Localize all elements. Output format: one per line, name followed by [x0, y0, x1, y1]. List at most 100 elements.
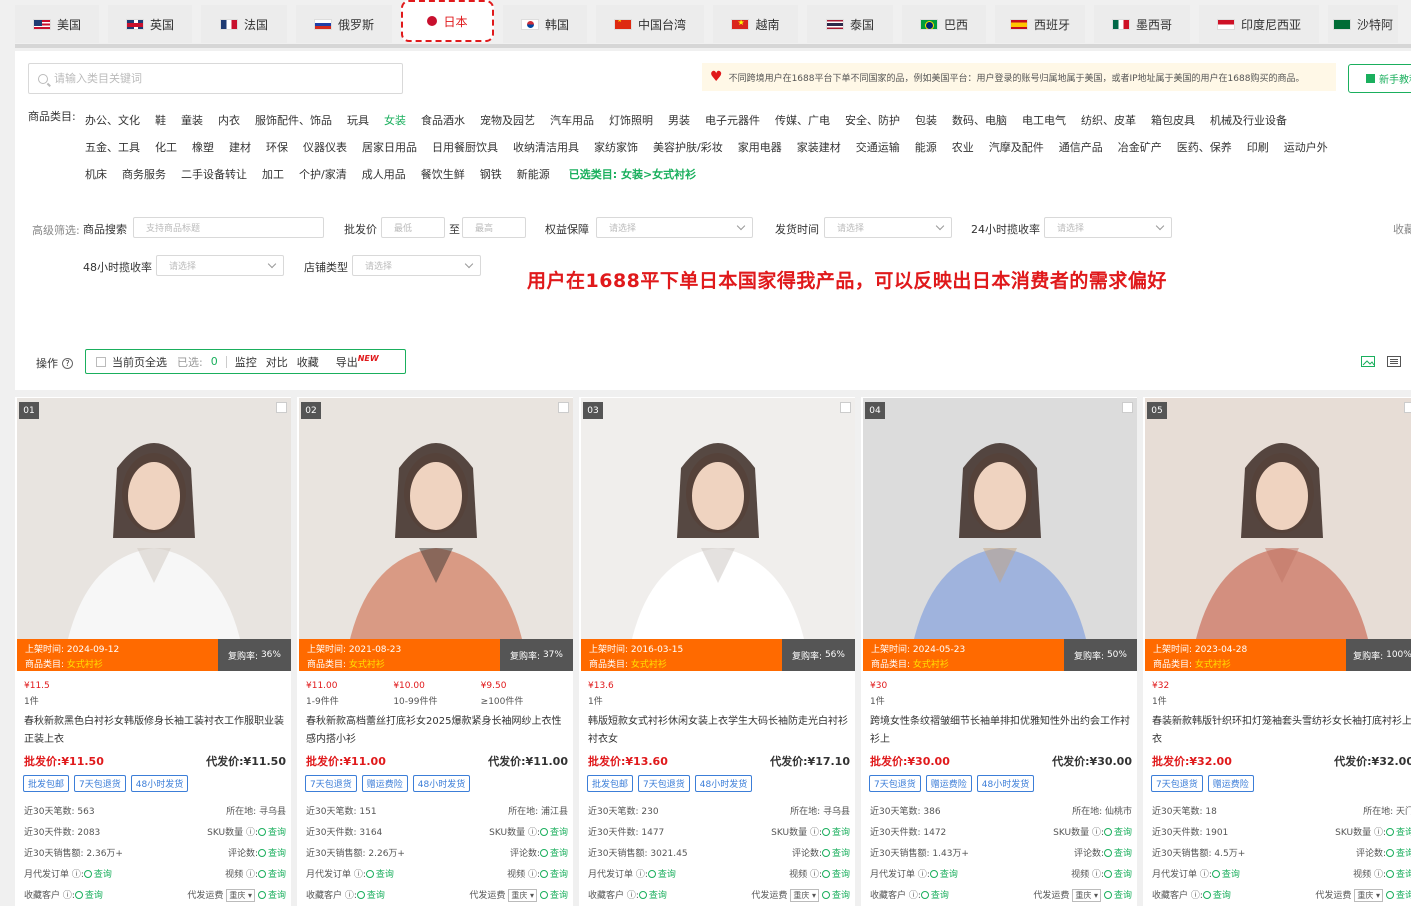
product-image[interactable]: 03 上架时间: 2016-03-15 商品类目: 女式衬衫 复购率: 56%: [581, 398, 855, 671]
category-item[interactable]: 家用电器: [738, 139, 782, 155]
city-select[interactable]: 重庆 ▾: [226, 888, 255, 902]
tab-country[interactable]: 巴西: [902, 5, 986, 43]
product-card[interactable]: 05 上架时间: 2023-04-28 商品类目: 女式衬衫 复购率: 100%…: [1143, 397, 1411, 906]
category-item[interactable]: 传媒、广电: [775, 112, 830, 128]
query-link[interactable]: 查询: [1203, 891, 1231, 901]
category-item[interactable]: 化工: [155, 139, 177, 155]
product-card[interactable]: 01 上架时间: 2024-09-12 商品类目: 女式衬衫 复购率: 36% …: [15, 397, 291, 906]
query-link[interactable]: 查询: [822, 828, 850, 838]
category-search-input[interactable]: [54, 72, 374, 85]
category-item[interactable]: 能源: [915, 139, 937, 155]
product-checkbox[interactable]: [1122, 402, 1133, 413]
category-item[interactable]: 新能源: [517, 166, 550, 182]
query-link[interactable]: 查询: [1104, 870, 1132, 880]
product-title[interactable]: 春秋新款黑色白衬衫女韩版修身长袖工装衬衣工作服职业装正装上衣: [24, 713, 286, 749]
category-item[interactable]: 男装: [668, 112, 690, 128]
product-title[interactable]: 春秋新款高档蕾丝打底衫女2025爆款紧身长袖网纱上衣性感内搭小衫: [306, 713, 568, 749]
tab-country[interactable]: 中国台湾: [596, 5, 704, 43]
query-link[interactable]: 查询: [540, 891, 568, 901]
category-item[interactable]: 包装: [915, 112, 937, 128]
product-checkbox[interactable]: [1404, 402, 1411, 413]
category-item[interactable]: 农业: [952, 139, 974, 155]
query-link[interactable]: 查询: [1104, 849, 1132, 859]
category-item[interactable]: 环保: [266, 139, 288, 155]
query-link[interactable]: 查询: [75, 891, 103, 901]
query-link[interactable]: 查询: [357, 891, 385, 901]
help-icon[interactable]: ?: [62, 357, 73, 369]
product-search-input[interactable]: 支持商品标题: [133, 217, 324, 238]
category-item[interactable]: 内衣: [218, 112, 240, 128]
product-title[interactable]: 韩版短款女式衬衫休闲女装上衣学生大码长袖防走光白衬衫衬衣女: [588, 713, 850, 749]
category-item[interactable]: 鞋: [155, 112, 166, 128]
query-link[interactable]: 查询: [1386, 828, 1411, 838]
query-link[interactable]: 查询: [540, 870, 568, 880]
query-link[interactable]: 查询: [258, 870, 286, 880]
query-link[interactable]: 查询: [540, 849, 568, 859]
shop-type-select[interactable]: 请选择: [352, 255, 481, 276]
category-item[interactable]: 冶金矿产: [1118, 139, 1162, 155]
tab-country[interactable]: 墨西哥: [1094, 5, 1190, 43]
product-title[interactable]: 春装新款韩版针织环扣灯笼袖套头雪纺衫女长袖打底衬衫上衣: [1152, 713, 1411, 749]
compare-button[interactable]: 对比: [266, 354, 288, 370]
select-page-label[interactable]: 当前页全选: [112, 354, 167, 370]
price-min-input[interactable]: 最低: [381, 217, 445, 238]
category-item[interactable]: 家纺家饰: [594, 139, 638, 155]
city-select[interactable]: 重庆 ▾: [1072, 888, 1101, 902]
query-link[interactable]: 查询: [258, 849, 286, 859]
product-image[interactable]: 04 上架时间: 2024-05-23 商品类目: 女式衬衫 复购率: 50%: [863, 398, 1137, 671]
product-checkbox[interactable]: [276, 402, 287, 413]
query-link[interactable]: 查询: [822, 849, 850, 859]
query-link[interactable]: 查询: [639, 891, 667, 901]
guarantee-select[interactable]: 请选择: [596, 217, 753, 238]
query-link[interactable]: 查询: [1104, 828, 1132, 838]
category-item[interactable]: 女装: [384, 112, 406, 128]
tab-country[interactable]: 法国: [201, 5, 287, 43]
ship-time-select[interactable]: 请选择: [824, 217, 952, 238]
query-link[interactable]: 查询: [540, 828, 568, 838]
query-link[interactable]: 查询: [258, 828, 286, 838]
category-item[interactable]: 医药、保养: [1177, 139, 1232, 155]
category-item[interactable]: 灯饰照明: [609, 112, 653, 128]
category-item[interactable]: 居家日用品: [362, 139, 417, 155]
category-item[interactable]: 数码、电脑: [952, 112, 1007, 128]
image-view-icon[interactable]: [1361, 356, 1375, 367]
query-link[interactable]: 查询: [1212, 870, 1240, 880]
category-item[interactable]: 机械及行业设备: [1210, 112, 1287, 128]
tab-country[interactable]: 美国: [15, 5, 99, 43]
category-item[interactable]: 日用餐厨饮具: [432, 139, 498, 155]
category-search[interactable]: [28, 63, 403, 94]
category-item[interactable]: 印刷: [1247, 139, 1269, 155]
monitor-button[interactable]: 监控: [235, 354, 257, 370]
product-card[interactable]: 03 上架时间: 2016-03-15 商品类目: 女式衬衫 复购率: 56% …: [579, 397, 855, 906]
category-item[interactable]: 仪器仪表: [303, 139, 347, 155]
category-item[interactable]: 餐饮生鲜: [421, 166, 465, 182]
category-item[interactable]: 汽车用品: [550, 112, 594, 128]
tab-country[interactable]: 英国: [108, 5, 192, 43]
tab-country[interactable]: 越南: [713, 5, 798, 43]
category-item[interactable]: 食品酒水: [421, 112, 465, 128]
export-button[interactable]: 导出NEW: [336, 354, 379, 370]
product-card[interactable]: 02 上架时间: 2021-08-23 商品类目: 女式衬衫 复购率: 37% …: [297, 397, 573, 906]
query-link[interactable]: 查询: [258, 891, 286, 901]
query-link[interactable]: 查询: [930, 870, 958, 880]
category-item[interactable]: 个护/家清: [299, 166, 347, 182]
query-link[interactable]: 查询: [84, 870, 112, 880]
price-max-input[interactable]: 最高: [462, 217, 526, 238]
category-item[interactable]: 运动户外: [1284, 139, 1328, 155]
product-image[interactable]: 02 上架时间: 2021-08-23 商品类目: 女式衬衫 复购率: 37%: [299, 398, 573, 671]
beginner-guide-button[interactable]: 新手教程: [1348, 64, 1411, 93]
tab-country[interactable]: 西班牙: [995, 5, 1085, 43]
product-image[interactable]: 05 上架时间: 2023-04-28 商品类目: 女式衬衫 复购率: 100%: [1145, 398, 1411, 671]
category-item[interactable]: 电工电气: [1022, 112, 1066, 128]
category-item[interactable]: 建材: [229, 139, 251, 155]
list-view-icon[interactable]: [1387, 356, 1401, 367]
query-link[interactable]: 查询: [1386, 849, 1411, 859]
query-link[interactable]: 查询: [1104, 891, 1132, 901]
product-checkbox[interactable]: [840, 402, 851, 413]
rate24-select[interactable]: 请选择: [1044, 217, 1172, 238]
query-link[interactable]: 查询: [1386, 891, 1411, 901]
query-link[interactable]: 查询: [921, 891, 949, 901]
category-item[interactable]: 加工: [262, 166, 284, 182]
category-item[interactable]: 安全、防护: [845, 112, 900, 128]
select-page-checkbox[interactable]: [96, 356, 106, 367]
